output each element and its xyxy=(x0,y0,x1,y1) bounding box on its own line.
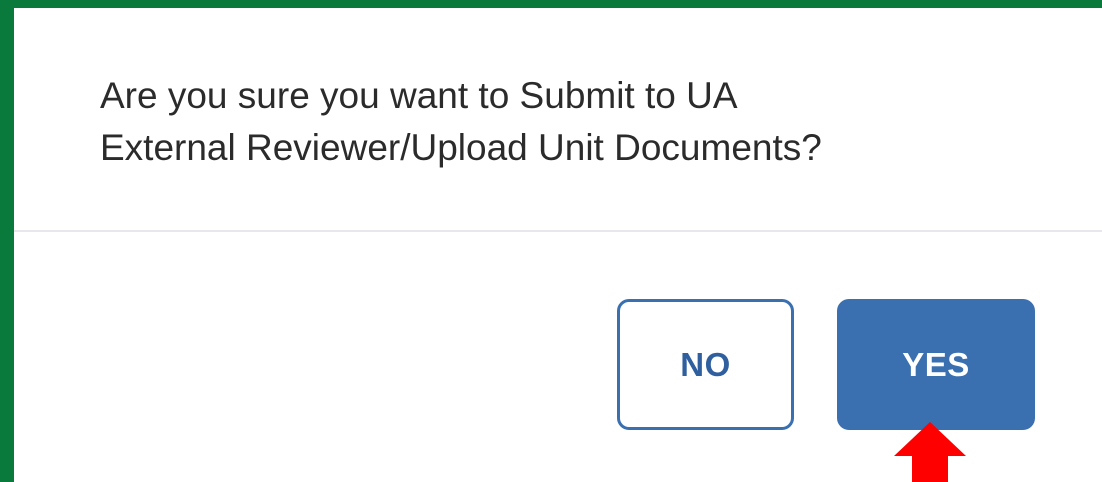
no-button-label: NO xyxy=(680,345,731,383)
confirm-message-line-1: Are you sure you want to Submit to UA xyxy=(100,75,738,116)
red-up-arrow-icon xyxy=(894,422,966,482)
yes-button-label: YES xyxy=(902,345,970,383)
no-button[interactable]: NO xyxy=(617,299,794,430)
confirm-message: Are you sure you want to Submit to UA Ext… xyxy=(100,70,1000,174)
confirm-message-line-2: External Reviewer/Upload Unit Documents? xyxy=(100,127,822,168)
dialog-divider xyxy=(14,230,1102,232)
red-up-arrow-shape xyxy=(894,422,966,482)
yes-button[interactable]: YES xyxy=(837,299,1035,430)
confirm-dialog: Are you sure you want to Submit to UA Ext… xyxy=(14,8,1102,482)
